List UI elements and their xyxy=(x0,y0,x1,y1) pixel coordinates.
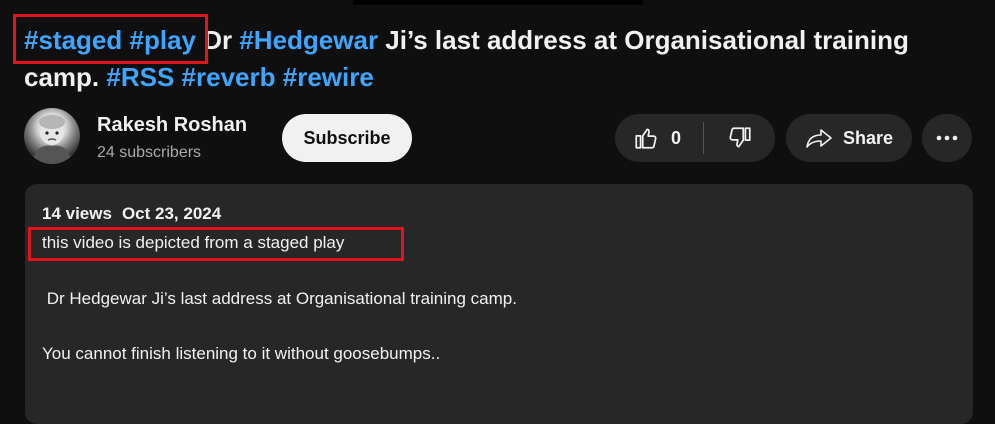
hashtag-play[interactable]: #play xyxy=(130,25,197,55)
hashtag-hedgewar[interactable]: #Hedgewar xyxy=(239,25,378,55)
description-line: Dr Hedgewar Ji’s last address at Organis… xyxy=(42,289,517,308)
like-dislike-group: 0 xyxy=(615,114,775,162)
more-actions-button[interactable] xyxy=(922,114,972,162)
description-line: You cannot finish listening to it withou… xyxy=(42,344,441,363)
channel-avatar[interactable] xyxy=(24,108,80,164)
like-count: 0 xyxy=(671,127,682,148)
thumbs-down-icon xyxy=(728,127,751,148)
title-text: Dr xyxy=(196,25,240,55)
hashtag-staged[interactable]: #staged xyxy=(24,25,122,55)
video-meta: 14 views Oct 23, 2024 xyxy=(42,204,221,224)
share-button[interactable]: Share xyxy=(786,114,912,162)
view-count: 14 views xyxy=(42,204,112,223)
avatar-image xyxy=(32,115,72,164)
hashtag-rewire[interactable]: #rewire xyxy=(283,62,374,92)
subscriber-count: 24 subscribers xyxy=(97,144,202,161)
share-label: Share xyxy=(842,127,894,148)
thumbs-up-icon xyxy=(635,128,657,149)
description-line: this video is depicted from a staged pla… xyxy=(42,233,345,252)
dislike-button[interactable] xyxy=(704,114,775,162)
channel-name[interactable]: Rakesh Roshan xyxy=(97,114,247,137)
like-button[interactable]: 0 xyxy=(615,114,703,162)
subscribe-button[interactable]: Subscribe xyxy=(282,114,412,162)
hashtag-rss[interactable]: #RSS xyxy=(106,62,174,92)
more-horizontal-icon xyxy=(936,135,958,141)
share-arrow-icon xyxy=(806,129,832,148)
video-player-edge xyxy=(353,0,643,5)
hashtag-reverb[interactable]: #reverb xyxy=(182,62,276,92)
upload-date: Oct 23, 2024 xyxy=(121,204,222,223)
video-title: #staged #play Dr #Hedgewar Ji’s last add… xyxy=(24,22,924,96)
